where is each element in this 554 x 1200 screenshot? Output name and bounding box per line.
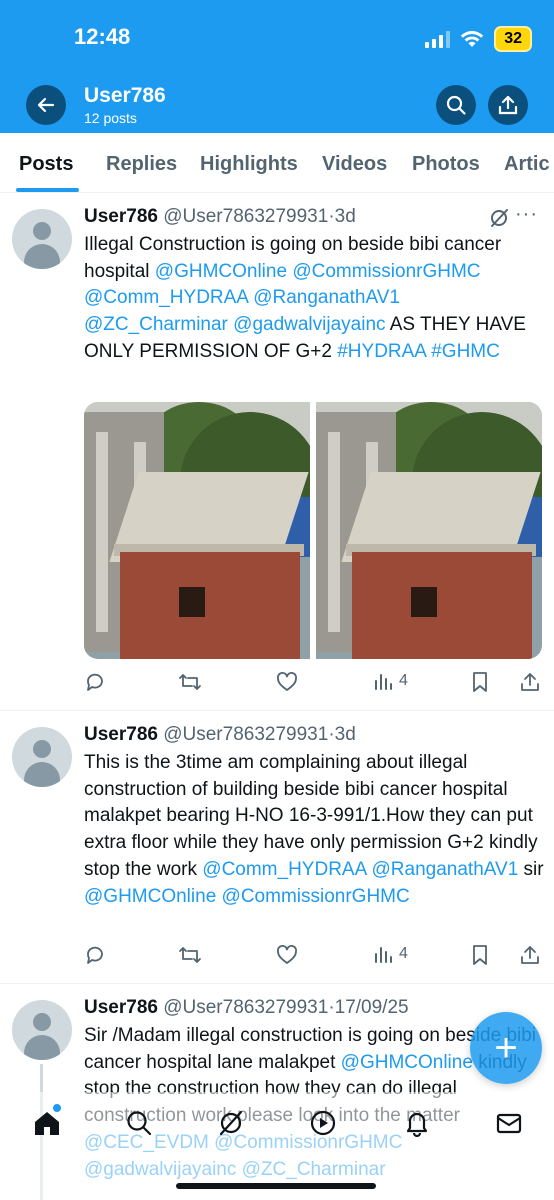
battery-indicator: 32 bbox=[494, 26, 532, 52]
views-count: 4 bbox=[399, 672, 408, 689]
author-name[interactable]: User786 bbox=[84, 997, 158, 1018]
post-actions: 4 bbox=[84, 944, 544, 968]
tab-videos[interactable]: Videos bbox=[322, 153, 387, 176]
retweet-button[interactable] bbox=[178, 671, 202, 693]
mention-link[interactable]: @Comm_HYDRAA bbox=[84, 287, 248, 308]
mention-link[interactable]: @GHMCOnline bbox=[341, 1052, 473, 1073]
mention-link[interactable]: @gadwalvijayainc bbox=[233, 314, 385, 335]
author-name[interactable]: User786 bbox=[84, 724, 158, 745]
compose-button[interactable]: + bbox=[470, 1012, 542, 1084]
like-icon bbox=[277, 672, 297, 691]
mention-link[interactable]: @ZC_Charminar bbox=[84, 314, 228, 335]
status-time: 12:48 bbox=[74, 24, 131, 49]
retweet-button[interactable] bbox=[178, 944, 202, 966]
post-2[interactable]: User786 @User7863279931·3d This is the 3… bbox=[0, 711, 554, 984]
home-icon[interactable] bbox=[32, 1108, 62, 1138]
video-icon[interactable] bbox=[308, 1108, 338, 1138]
post-1[interactable]: User786 @User7863279931·3d ··· Illegal C… bbox=[0, 193, 554, 711]
bell-icon[interactable] bbox=[402, 1108, 432, 1138]
retweet-icon bbox=[179, 947, 201, 963]
mention-link[interactable]: @CommissionrGHMC bbox=[292, 261, 480, 282]
search-icon bbox=[446, 95, 466, 115]
mention-link[interactable]: #GHMC bbox=[431, 341, 500, 362]
back-arrow-icon bbox=[37, 97, 55, 113]
share-icon bbox=[521, 946, 539, 964]
grok-icon[interactable] bbox=[488, 207, 510, 229]
author-handle: @User7863279931 bbox=[163, 724, 329, 745]
share-button[interactable] bbox=[520, 671, 540, 693]
profile-tabs: Posts Replies Highlights Videos Photos A… bbox=[0, 133, 554, 193]
post-header: User786 @User7863279931·3d bbox=[84, 724, 356, 745]
mail-icon[interactable] bbox=[494, 1108, 524, 1138]
bookmark-button[interactable] bbox=[470, 944, 490, 966]
tab-replies[interactable]: Replies bbox=[106, 153, 177, 176]
tab-posts[interactable]: Posts bbox=[19, 153, 73, 176]
mention-link[interactable]: @RanganathAV1 bbox=[253, 287, 400, 308]
avatar[interactable] bbox=[12, 209, 72, 269]
post-text: Illegal Construction is going on beside … bbox=[84, 232, 544, 366]
reply-button[interactable] bbox=[84, 944, 106, 966]
post-header: User786 @User7863279931·17/09/25 bbox=[84, 997, 409, 1018]
home-unread-dot bbox=[53, 1104, 61, 1112]
status-icons: 32 bbox=[425, 26, 532, 52]
share-icon bbox=[521, 673, 539, 691]
bookmark-icon bbox=[473, 945, 487, 965]
mention-link[interactable]: #HYDRAA bbox=[337, 341, 426, 362]
bookmark-button[interactable] bbox=[470, 671, 490, 693]
active-tab-indicator bbox=[16, 188, 79, 192]
post-time: 3d bbox=[334, 724, 356, 745]
search-nav-icon[interactable] bbox=[124, 1108, 154, 1138]
share-button[interactable] bbox=[520, 944, 540, 966]
mention-link[interactable]: @Comm_HYDRAA bbox=[202, 859, 366, 880]
bookmark-icon bbox=[473, 672, 487, 692]
construction-photo[interactable] bbox=[84, 402, 310, 659]
retweet-icon bbox=[179, 674, 201, 690]
share-icon bbox=[498, 95, 518, 115]
like-button[interactable] bbox=[276, 671, 298, 693]
home-indicator bbox=[176, 1183, 376, 1189]
author-handle: @User7863279931 bbox=[163, 206, 329, 227]
post-time: 17/09/25 bbox=[334, 997, 409, 1018]
views-icon bbox=[375, 674, 392, 690]
avatar[interactable] bbox=[12, 727, 72, 787]
reply-icon bbox=[87, 673, 103, 691]
grok-nav-icon[interactable] bbox=[216, 1108, 246, 1138]
header-name: User786 bbox=[84, 84, 166, 107]
search-button[interactable] bbox=[436, 85, 476, 125]
views-icon bbox=[375, 947, 392, 963]
tab-photos[interactable]: Photos bbox=[412, 153, 480, 176]
back-button[interactable] bbox=[26, 85, 66, 125]
post-text-segment: sir bbox=[518, 858, 544, 880]
signal-icon bbox=[425, 30, 451, 48]
wifi-icon bbox=[461, 31, 484, 47]
views-button[interactable]: 4 bbox=[373, 944, 408, 964]
like-icon bbox=[277, 945, 297, 964]
mention-link[interactable]: @CommissionrGHMC bbox=[222, 886, 410, 907]
reply-icon bbox=[87, 946, 103, 964]
construction-photo[interactable] bbox=[316, 402, 542, 659]
post-actions: 4 bbox=[84, 671, 544, 695]
author-name[interactable]: User786 bbox=[84, 206, 158, 227]
mention-link[interactable]: @GHMCOnline bbox=[155, 261, 287, 282]
profile-header: 12:48 32 User786 12 posts bbox=[0, 0, 554, 133]
reply-button[interactable] bbox=[84, 671, 106, 693]
post-header: User786 @User7863279931·3d bbox=[84, 206, 356, 227]
avatar[interactable] bbox=[12, 1000, 72, 1060]
views-button[interactable]: 4 bbox=[373, 671, 408, 691]
like-button[interactable] bbox=[276, 944, 298, 966]
views-count: 4 bbox=[399, 945, 408, 962]
mention-link[interactable]: @RanganathAV1 bbox=[372, 859, 519, 880]
author-handle: @User7863279931 bbox=[163, 997, 329, 1018]
post-time: 3d bbox=[334, 206, 356, 227]
post-text: This is the 3time am complaining about i… bbox=[84, 750, 544, 910]
tab-articles[interactable]: Artic bbox=[504, 153, 550, 176]
header-post-count: 12 posts bbox=[84, 110, 137, 126]
post-media bbox=[84, 402, 542, 659]
more-icon[interactable]: ··· bbox=[515, 203, 538, 226]
share-profile-button[interactable] bbox=[488, 85, 528, 125]
mention-link[interactable]: @GHMCOnline bbox=[84, 886, 216, 907]
tab-highlights[interactable]: Highlights bbox=[200, 153, 298, 176]
